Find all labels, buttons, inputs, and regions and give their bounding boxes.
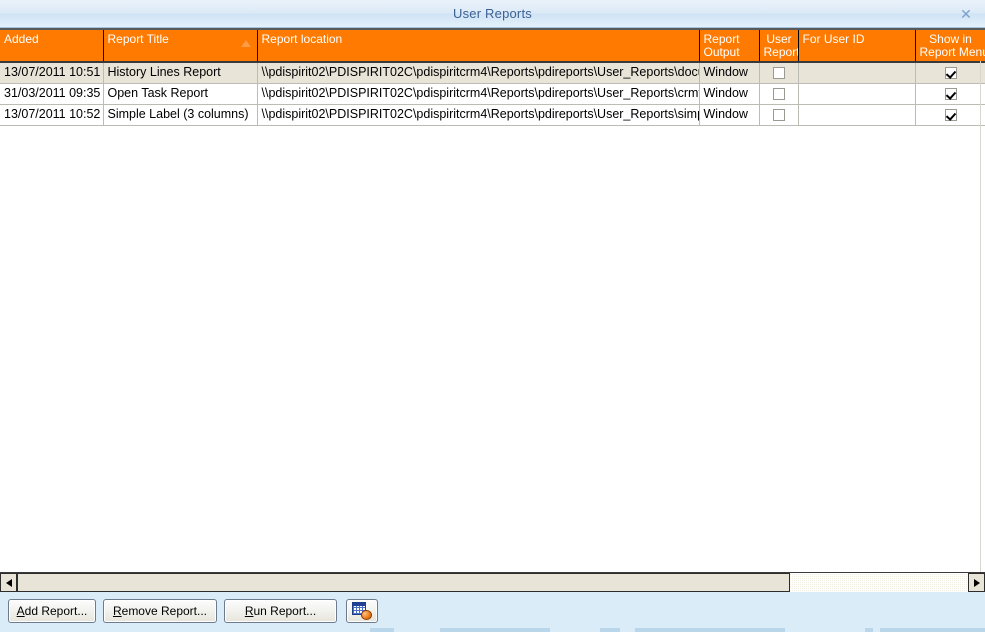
cell-report-title: History Lines Report (103, 62, 257, 83)
table-row[interactable]: 13/07/2011 10:52 A Simple Label (3 colum… (0, 104, 985, 125)
column-header-label: Report Title (108, 32, 169, 46)
column-header-label-line2: Output (704, 46, 756, 59)
remove-report-button[interactable]: Remove Report... (103, 599, 217, 623)
chevron-right-icon (974, 579, 980, 587)
cell-user-report[interactable] (759, 62, 798, 83)
bottom-button-bar: Add Report... Remove Report... Run Repor… (0, 592, 985, 632)
cell-report-output: Window (699, 62, 759, 83)
chevron-left-icon (6, 579, 12, 587)
grid-right-edge-line (980, 30, 981, 572)
user-report-checkbox[interactable] (773, 88, 785, 100)
window-titlebar: User Reports ✕ (0, 0, 985, 28)
cell-show-in-report-menu[interactable] (915, 62, 985, 83)
cell-for-user-id (798, 83, 915, 104)
column-header-label-line2: Report (764, 46, 795, 59)
cell-added: 31/03/2011 09:35 A (0, 83, 103, 104)
cell-show-in-report-menu[interactable] (915, 104, 985, 125)
column-header-label: For User ID (803, 32, 865, 46)
show-in-report-menu-checkbox[interactable] (945, 109, 957, 121)
cell-report-output: Window (699, 104, 759, 125)
column-header-added[interactable]: Added (0, 30, 103, 62)
run-report-accel: R (245, 604, 254, 618)
close-icon[interactable]: ✕ (953, 3, 979, 25)
column-header-label-line2: Report Menu (920, 46, 982, 59)
column-header-show-in-report-menu[interactable]: Show in Report Menu (915, 30, 985, 62)
show-in-report-menu-checkbox[interactable] (945, 67, 957, 79)
cell-report-title: Simple Label (3 columns) (103, 104, 257, 125)
cell-added: 13/07/2011 10:52 A (0, 104, 103, 125)
cell-user-report[interactable] (759, 83, 798, 104)
column-header-for-user-id[interactable]: For User ID (798, 30, 915, 62)
column-header-label: Report (704, 32, 740, 46)
horizontal-scrollbar[interactable] (0, 572, 985, 592)
table-row[interactable]: 13/07/2011 10:51 A History Lines Report … (0, 62, 985, 83)
show-in-report-menu-checkbox[interactable] (945, 88, 957, 100)
cell-user-report[interactable] (759, 104, 798, 125)
cell-for-user-id (798, 104, 915, 125)
run-report-button[interactable]: Run Report... (224, 599, 337, 623)
grid-empty-area (0, 155, 985, 572)
report-grid-icon-button[interactable] (346, 599, 378, 623)
table-header-row: Added Report Title Report location Repor… (0, 30, 985, 62)
reports-grid-container: Added Report Title Report location Repor… (0, 28, 985, 572)
column-header-label: Added (4, 32, 39, 46)
run-report-label: un Report... (253, 604, 316, 618)
cell-report-location: \\pdispirit02\PDISPIRIT02C\pdispiritcrm4… (257, 62, 699, 83)
cell-report-output: Window (699, 83, 759, 104)
column-header-report-location[interactable]: Report location (257, 30, 699, 62)
column-header-label: User (766, 32, 791, 46)
cell-report-location: \\pdispirit02\PDISPIRIT02C\pdispiritcrm4… (257, 104, 699, 125)
column-header-report-output[interactable]: Report Output (699, 30, 759, 62)
user-report-checkbox[interactable] (773, 67, 785, 79)
report-grid-icon (352, 602, 372, 620)
add-report-button[interactable]: Add Report... (8, 599, 96, 623)
column-header-user-report[interactable]: User Report (759, 30, 798, 62)
remove-report-label: emove Report... (122, 604, 207, 618)
scroll-right-button[interactable] (968, 573, 985, 592)
reports-table: Added Report Title Report location Repor… (0, 30, 985, 126)
column-header-label: Report location (262, 32, 343, 46)
cell-show-in-report-menu[interactable] (915, 83, 985, 104)
user-report-checkbox[interactable] (773, 109, 785, 121)
column-header-label: Show in (929, 32, 972, 46)
add-report-accel: A (17, 604, 25, 618)
orange-sphere-glyph (361, 610, 372, 620)
cell-report-location: \\pdispirit02\PDISPIRIT02C\pdispiritcrm4… (257, 83, 699, 104)
cell-report-title: Open Task Report (103, 83, 257, 104)
scrollbar-thumb[interactable] (17, 573, 790, 592)
cell-for-user-id (798, 62, 915, 83)
add-report-label: dd Report... (25, 604, 88, 618)
scroll-left-button[interactable] (0, 573, 17, 592)
table-row[interactable]: 31/03/2011 09:35 A Open Task Report \\pd… (0, 83, 985, 104)
taskbar-sliver (0, 627, 985, 632)
sort-ascending-icon (241, 40, 251, 47)
user-reports-window: User Reports ✕ Added (0, 0, 985, 632)
remove-report-accel: R (113, 604, 122, 618)
column-header-report-title[interactable]: Report Title (103, 30, 257, 62)
table-body: 13/07/2011 10:51 A History Lines Report … (0, 62, 985, 125)
window-title: User Reports (0, 6, 985, 21)
cell-added: 13/07/2011 10:51 A (0, 62, 103, 83)
